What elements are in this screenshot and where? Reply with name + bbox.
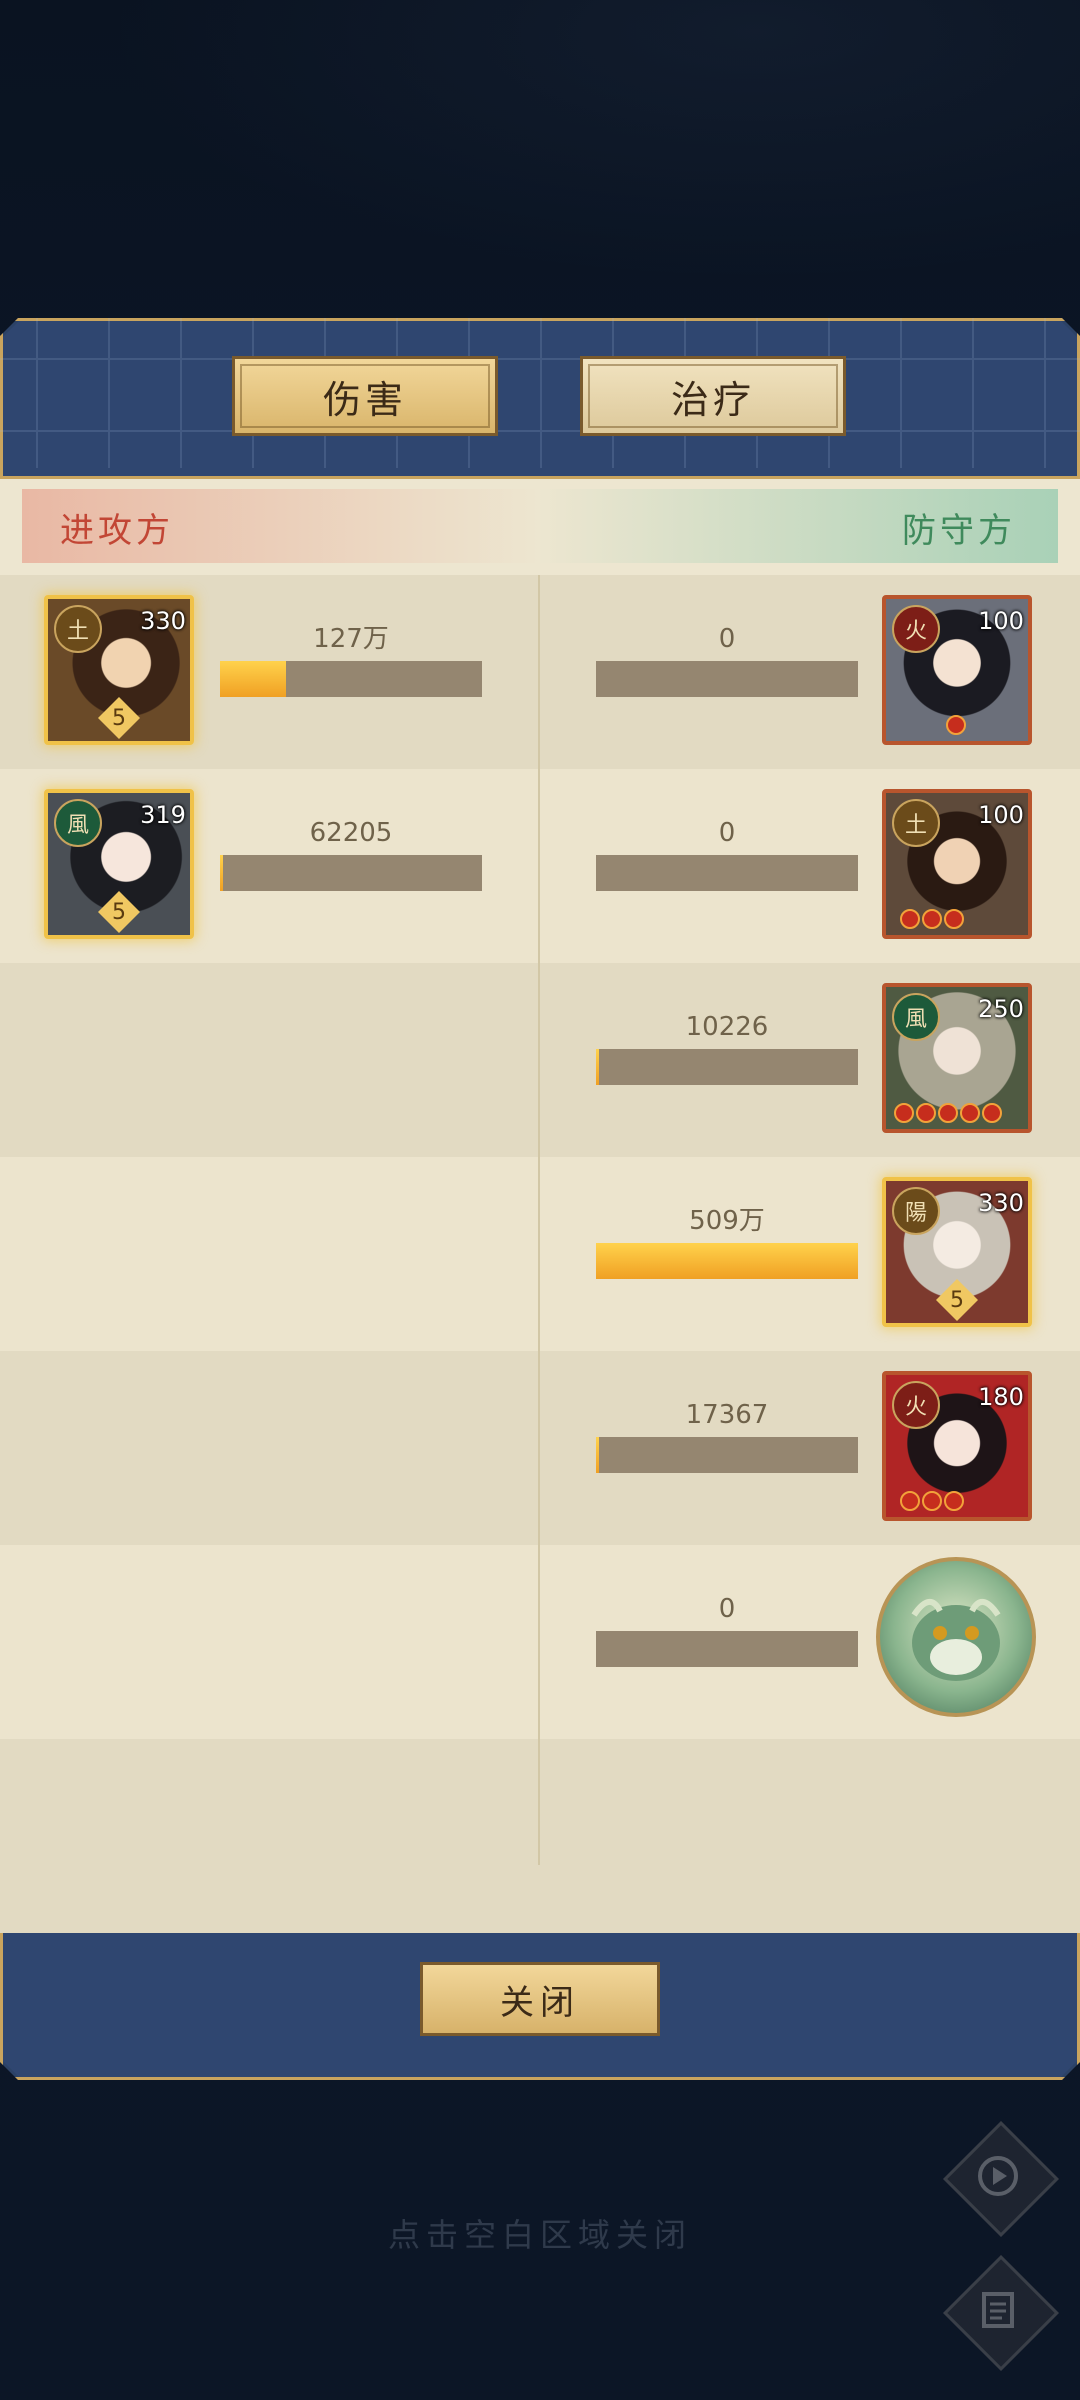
level-badge: 330: [138, 603, 188, 639]
stat-bar-fill: [596, 1049, 599, 1085]
defender-hero-avatar[interactable]: 火 180: [882, 1371, 1032, 1521]
stats-rows: 土 330 5 127万 0 火 100 風 319 5 62205 0 土 1…: [0, 575, 1080, 1933]
tab-heal[interactable]: 治疗: [580, 356, 846, 436]
attacker-stat: 62205: [220, 815, 482, 891]
stats-row: 10226 風 250: [0, 963, 1080, 1157]
stat-value: 62205: [309, 818, 393, 848]
defend-side-label: 防守方: [902, 511, 1016, 551]
defender-stat: 0: [596, 621, 858, 697]
defender-stat: 0: [596, 815, 858, 891]
stat-bar: [220, 661, 482, 697]
stats-row: 風 319 5 62205 0 土 100: [0, 769, 1080, 963]
stat-bar: [596, 661, 858, 697]
stat-bar-fill: [596, 1243, 858, 1279]
faction-badge: 風: [54, 799, 102, 847]
defender-hero-avatar[interactable]: 風 250: [882, 983, 1032, 1133]
stat-value: 127万: [313, 624, 389, 654]
level-badge: 330: [976, 1185, 1026, 1221]
orbs: [900, 909, 964, 929]
stats-row: 17367 火 180: [0, 1351, 1080, 1545]
defender-stat: 0: [596, 1591, 858, 1667]
stats-row: 土 330 5 127万 0 火 100: [0, 575, 1080, 769]
defender-stat: 10226: [596, 1009, 858, 1085]
stat-bar: [596, 1243, 858, 1279]
orbs: [946, 715, 966, 735]
faction-badge: 土: [54, 605, 102, 653]
stats-row-empty: [0, 1739, 1080, 1933]
stat-value: 17367: [685, 1400, 769, 1430]
defender-stat: 17367: [596, 1397, 858, 1473]
defender-stat: 509万: [596, 1203, 858, 1279]
faction-badge: 陽: [892, 1187, 940, 1235]
stat-bar: [596, 1437, 858, 1473]
faction-badge: 風: [892, 993, 940, 1041]
defender-hero-avatar[interactable]: 火 100: [882, 595, 1032, 745]
background-haze: [0, 0, 1080, 320]
dragon-icon[interactable]: [876, 1557, 1036, 1717]
attack-side-label: 进攻方: [60, 511, 174, 551]
level-badge: 100: [976, 603, 1026, 639]
faction-badge: 火: [892, 605, 940, 653]
close-button[interactable]: 关闭: [420, 1962, 660, 2036]
stat-value: 0: [718, 624, 736, 654]
stat-bar: [596, 1631, 858, 1667]
stat-value: 10226: [685, 1012, 769, 1042]
faction-badge: 土: [892, 799, 940, 847]
stat-bar-fill: [220, 855, 224, 891]
stat-value: 509万: [689, 1206, 765, 1236]
defender-hero-avatar[interactable]: 土 100: [882, 789, 1032, 939]
stats-row: 0: [0, 1545, 1080, 1739]
stats-row: 509万 陽 330 5: [0, 1157, 1080, 1351]
orbs: [894, 1103, 1002, 1123]
level-badge: 250: [976, 991, 1026, 1027]
tap-blank-to-close-hint: 点击空白区域关闭: [387, 2216, 692, 2254]
attacker-hero-avatar[interactable]: 土 330 5: [44, 595, 194, 745]
level-badge: 180: [976, 1379, 1026, 1415]
faction-badge: 火: [892, 1381, 940, 1429]
stat-value: 0: [718, 1594, 736, 1624]
defender-hero-avatar[interactable]: 陽 330 5: [882, 1177, 1032, 1327]
attacker-stat: 127万: [220, 621, 482, 697]
stat-bar-fill: [220, 661, 286, 697]
orbs: [900, 1491, 964, 1511]
scroll-icon: [950, 2262, 1046, 2358]
stat-bar: [220, 855, 482, 891]
tab-damage[interactable]: 伤害: [232, 356, 498, 436]
log-button[interactable]: [943, 2255, 1059, 2371]
level-badge: 100: [976, 797, 1026, 833]
battle-stats-panel: 伤害 治疗 进攻方 防守方 土 330 5 127万 0 火 100 風 319…: [0, 318, 1080, 2080]
stat-bar: [596, 1049, 858, 1085]
replay-icon: [950, 2128, 1046, 2224]
attacker-hero-avatar[interactable]: 風 319 5: [44, 789, 194, 939]
stats-content: 进攻方 防守方 土 330 5 127万 0 火 100 風 319 5 622…: [0, 476, 1080, 1933]
stat-bar-fill: [596, 1437, 599, 1473]
replay-button[interactable]: [943, 2121, 1059, 2237]
level-badge: 319: [138, 797, 188, 833]
stat-value: 0: [718, 818, 736, 848]
column-divider: [538, 575, 540, 1865]
side-header: 进攻方 防守方: [22, 489, 1058, 563]
stat-bar: [596, 855, 858, 891]
